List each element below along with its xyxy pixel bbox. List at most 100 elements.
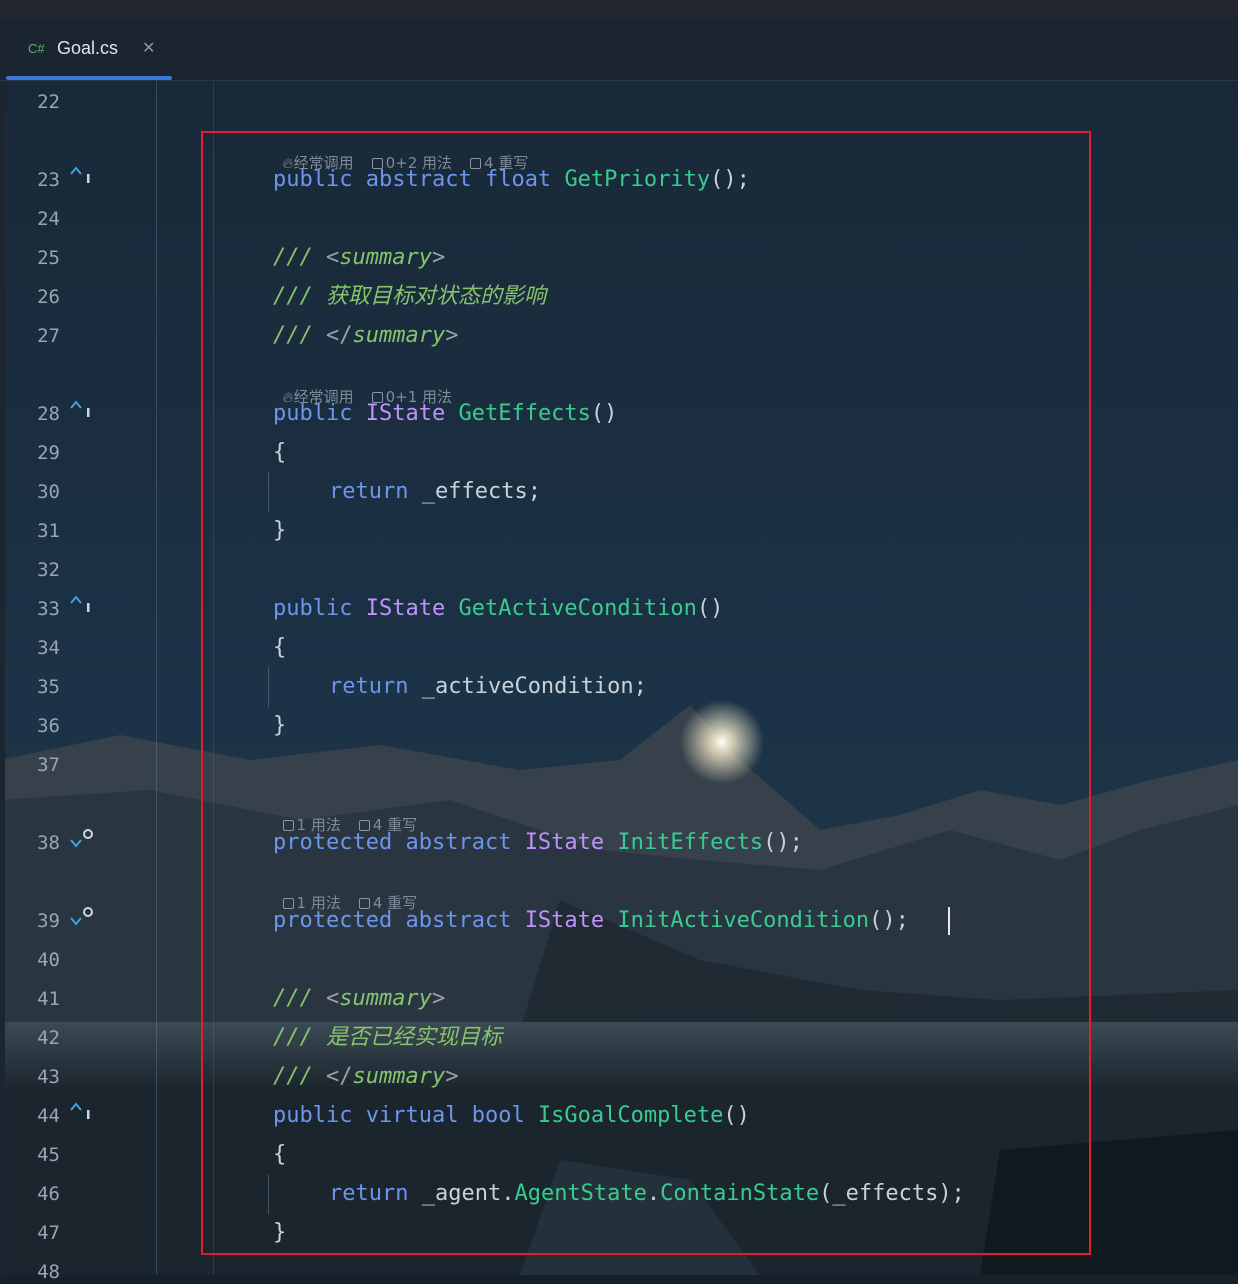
block-indent-guide (268, 1174, 269, 1214)
line-number[interactable]: 22 (14, 90, 60, 114)
line-number[interactable]: 42 (14, 1026, 60, 1050)
code-line-43[interactable]: /// </summary> (273, 1064, 458, 1090)
line-number[interactable]: 29 (14, 441, 60, 465)
text-caret (948, 907, 950, 935)
method-name: InitEffects (617, 830, 764, 855)
line-number[interactable]: 47 (14, 1221, 60, 1245)
line-number[interactable]: 41 (14, 987, 60, 1011)
code-line-39[interactable]: protected abstract IState InitActiveCond… (273, 908, 909, 934)
scroll-marker-bar (0, 81, 5, 1275)
keyword: bool (471, 1103, 525, 1128)
code-line-29[interactable]: { (273, 440, 286, 466)
line-number[interactable]: 23 (14, 168, 60, 192)
line-number[interactable]: 46 (14, 1182, 60, 1206)
method-name: GetEffects (458, 401, 591, 426)
field-ref: _agent. (408, 1181, 515, 1206)
line-number[interactable]: 45 (14, 1143, 60, 1167)
line-number[interactable]: 44 (14, 1104, 60, 1128)
code-line-25[interactable]: /// <summary> (273, 245, 445, 271)
keyword: abstract (365, 167, 472, 192)
keyword: protected (273, 830, 393, 855)
doc-tag: summary (339, 986, 432, 1011)
code-line-28[interactable]: public IState GetEffects() (273, 401, 617, 427)
code-line-36[interactable]: } (273, 713, 286, 739)
code-line-27[interactable]: /// </summary> (273, 323, 458, 349)
doc-comment: /// (273, 1064, 326, 1089)
keyword: abstract (405, 830, 512, 855)
code-line-35[interactable]: return _activeCondition; (329, 674, 647, 700)
line-number[interactable]: 48 (14, 1260, 60, 1284)
line-number[interactable]: 34 (14, 636, 60, 660)
csharp-file-icon: C# (28, 41, 45, 56)
tab-title: Goal.cs (57, 38, 119, 58)
punctuation: (); (763, 830, 803, 855)
code-line-34[interactable]: { (273, 635, 286, 661)
indent-guide (213, 81, 214, 1275)
method-name: ContainState (660, 1181, 820, 1206)
line-number[interactable]: 24 (14, 207, 60, 231)
implements-up-icon[interactable] (68, 164, 94, 186)
doc-tag-bracket: > (445, 323, 459, 348)
line-number[interactable]: 39 (14, 909, 60, 933)
type-name: IState (365, 596, 446, 621)
implemented-down-icon[interactable] (68, 906, 94, 928)
code-line-38[interactable]: protected abstract IState InitEffects(); (273, 830, 803, 856)
keyword: public (273, 1103, 353, 1128)
field-ref: _activeCondition; (408, 674, 647, 699)
doc-tag: summary (339, 245, 432, 270)
implements-up-icon[interactable] (68, 398, 94, 420)
line-number[interactable]: 38 (14, 831, 60, 855)
code-line-44[interactable]: public virtual bool IsGoalComplete() (273, 1103, 750, 1129)
line-number[interactable]: 25 (14, 246, 60, 270)
code-line-23[interactable]: public abstract float GetPriority(); (273, 167, 750, 193)
keyword: return (329, 479, 409, 504)
line-number[interactable]: 36 (14, 714, 60, 738)
line-number[interactable]: 31 (14, 519, 60, 543)
code-line-45[interactable]: { (273, 1142, 286, 1168)
implements-up-icon[interactable] (68, 593, 94, 615)
code-vision-hint[interactable]: 1 用法 4 重写 (273, 795, 417, 834)
doc-tag-bracket: < (325, 245, 340, 270)
code-line-42[interactable]: /// 是否已经实现目标 (273, 1025, 502, 1051)
punctuation: (); (710, 167, 750, 192)
line-number[interactable]: 28 (14, 402, 60, 426)
close-icon[interactable]: ✕ (142, 38, 155, 57)
code-vision-hint[interactable]: 🔥︎经常调用 0+2 用法 4 重写 (273, 133, 529, 172)
doc-tag: summary (352, 323, 446, 348)
doc-tag: summary (352, 1064, 446, 1089)
doc-comment: /// (273, 323, 326, 348)
implemented-down-icon[interactable] (68, 828, 94, 850)
method-name: GetActiveCondition (458, 596, 697, 621)
line-number[interactable]: 37 (14, 753, 60, 777)
code-line-31[interactable]: } (273, 518, 286, 544)
line-number[interactable]: 33 (14, 597, 60, 621)
keyword: public (273, 401, 353, 426)
line-number[interactable]: 27 (14, 324, 60, 348)
implements-up-icon[interactable] (68, 1100, 94, 1122)
doc-tag-bracket: > (431, 986, 446, 1011)
code-vision-hint[interactable]: 🔥︎经常调用 0+1 用法 (273, 367, 452, 406)
line-number[interactable]: 26 (14, 285, 60, 309)
code-line-30[interactable]: return _effects; (329, 479, 541, 505)
tab-goal-cs[interactable]: C# Goal.cs ✕ (6, 18, 172, 80)
code-line-41[interactable]: /// <summary> (273, 986, 445, 1012)
doc-comment: /// (273, 986, 326, 1011)
line-number[interactable]: 35 (14, 675, 60, 699)
line-number[interactable]: 40 (14, 948, 60, 972)
code-line-33[interactable]: public IState GetActiveCondition() (273, 596, 723, 622)
keyword: return (329, 1181, 409, 1206)
line-number[interactable]: 30 (14, 480, 60, 504)
code-line-47[interactable]: } (273, 1220, 286, 1246)
type-name: IState (524, 908, 605, 933)
doc-tag-bracket: > (445, 1064, 459, 1089)
code-line-26[interactable]: /// 获取目标对状态的影响 (273, 284, 546, 310)
code-line-46[interactable]: return _agent.AgentState.ContainState(_e… (329, 1181, 965, 1207)
line-number[interactable]: 43 (14, 1065, 60, 1089)
editor-tab-bar: C# Goal.cs ✕ (0, 18, 1238, 81)
field-ref: _effects; (408, 479, 541, 504)
code-vision-hint[interactable]: 1 用法 4 重写 (273, 873, 417, 912)
line-number[interactable]: 32 (14, 558, 60, 582)
active-tab-indicator (6, 76, 172, 80)
title-bar-strip (0, 0, 1238, 18)
punctuation: . (646, 1181, 661, 1206)
